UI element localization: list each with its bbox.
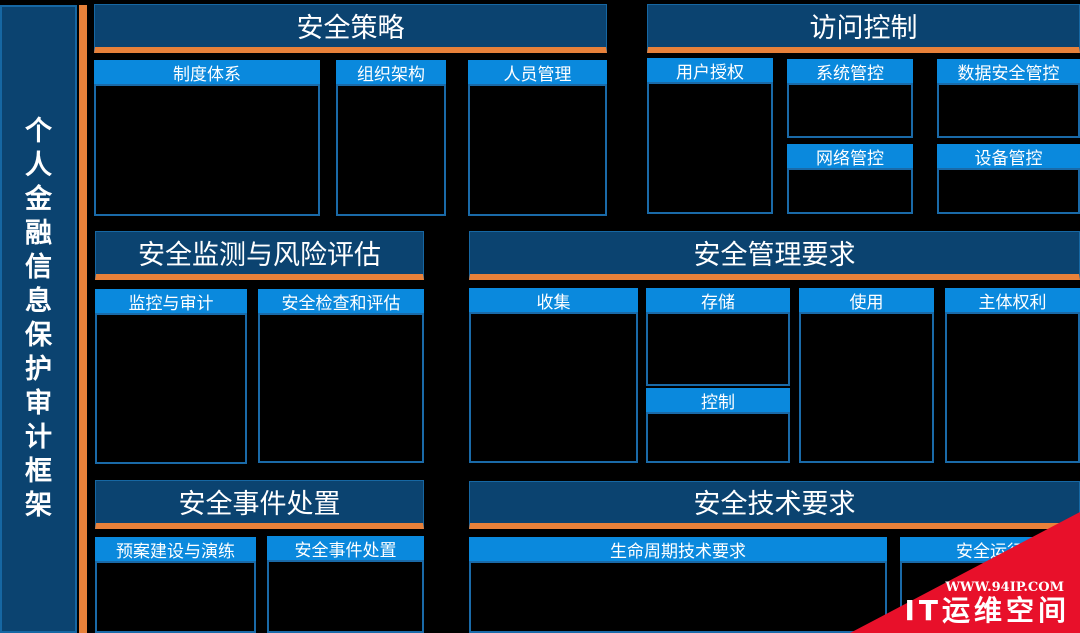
box-personnel-management: 人员管理 bbox=[468, 60, 607, 216]
box-data-security-control: 数据安全管控 bbox=[937, 59, 1080, 138]
box-network-control: 网络管控 bbox=[787, 144, 913, 214]
box-title: 监控与审计 bbox=[95, 289, 247, 315]
section-header-monitoring-risk: 安全监测与风险评估 bbox=[95, 231, 424, 280]
box-title: 制度体系 bbox=[94, 60, 320, 86]
box-title: 人员管理 bbox=[468, 60, 607, 86]
box-title: 安全检查和评估 bbox=[258, 289, 424, 315]
section-header-security-policy: 安全策略 bbox=[94, 4, 607, 53]
box-title: 系统管控 bbox=[787, 59, 913, 85]
box-title: 存储 bbox=[646, 288, 790, 314]
box-collection: 收集 bbox=[469, 288, 638, 463]
box-monitoring-audit: 监控与审计 bbox=[95, 289, 247, 464]
section-header-access-control: 访问控制 bbox=[647, 4, 1080, 53]
box-title: 网络管控 bbox=[787, 144, 913, 170]
box-organization: 组织架构 bbox=[336, 60, 446, 216]
framework-title: 个人金融信息保护审计框架 bbox=[25, 116, 52, 521]
box-title: 使用 bbox=[799, 288, 934, 314]
box-title: 安全事件处置 bbox=[267, 536, 424, 562]
box-title: 控制 bbox=[646, 388, 790, 414]
box-title: 组织架构 bbox=[336, 60, 446, 86]
box-incident-handling: 安全事件处置 bbox=[267, 536, 424, 633]
box-usage: 使用 bbox=[799, 288, 934, 463]
box-contingency-drill: 预案建设与演练 bbox=[95, 537, 256, 633]
accent-divider bbox=[79, 5, 87, 633]
box-user-authorization: 用户授权 bbox=[647, 58, 773, 214]
box-subject-rights: 主体权利 bbox=[945, 288, 1080, 463]
box-title: 主体权利 bbox=[945, 288, 1080, 314]
framework-title-panel: 个人金融信息保护审计框架 bbox=[0, 5, 77, 633]
box-device-control: 设备管控 bbox=[937, 144, 1080, 214]
section-header-incident-response: 安全事件处置 bbox=[95, 480, 424, 529]
box-security-inspection: 安全检查和评估 bbox=[258, 289, 424, 463]
section-header-management-requirements: 安全管理要求 bbox=[469, 231, 1080, 280]
watermark: WWW.94IP.COM IT运维空间 bbox=[840, 500, 1080, 633]
box-title: 设备管控 bbox=[937, 144, 1080, 170]
box-lifecycle-tech: 生命周期技术要求 bbox=[469, 537, 887, 633]
box-title: 预案建设与演练 bbox=[95, 537, 256, 563]
box-control: 控制 bbox=[646, 388, 790, 463]
box-title: 生命周期技术要求 bbox=[469, 537, 887, 563]
box-title: 数据安全管控 bbox=[937, 59, 1080, 85]
box-storage: 存储 bbox=[646, 288, 790, 386]
box-title: 用户授权 bbox=[647, 58, 773, 84]
box-policy-system: 制度体系 bbox=[94, 60, 320, 216]
watermark-brand: IT运维空间 bbox=[904, 594, 1070, 627]
box-system-control: 系统管控 bbox=[787, 59, 913, 138]
box-title: 收集 bbox=[469, 288, 638, 314]
